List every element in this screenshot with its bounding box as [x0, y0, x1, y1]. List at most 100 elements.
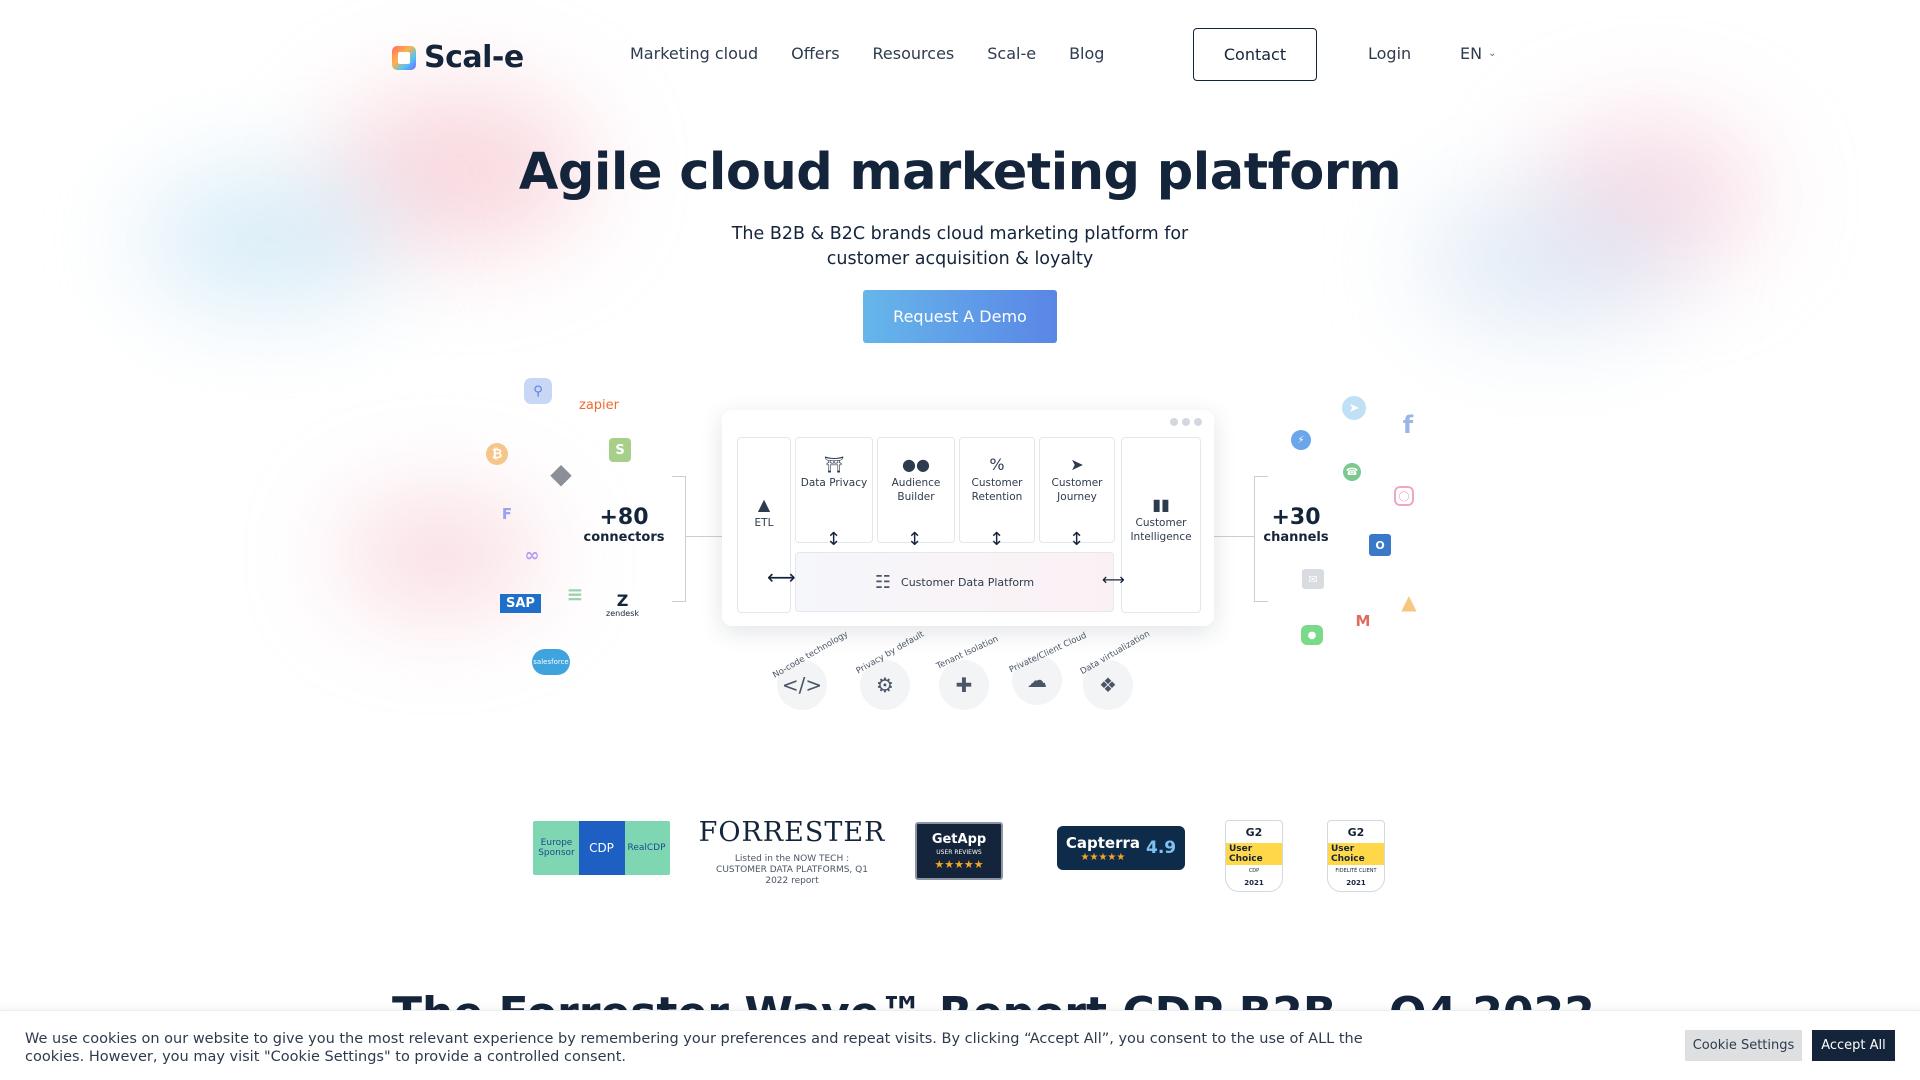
- zendesk-label: zendesk: [606, 609, 639, 618]
- zendesk-logo: Z zendesk: [606, 591, 639, 619]
- zapier-logo: zapier: [579, 398, 619, 413]
- plug-icon: ▲: [757, 495, 771, 514]
- g2-badge-cdp: G2 User Choice CDP 2021: [1225, 820, 1283, 892]
- cdp-badge-center: CDP: [578, 821, 625, 875]
- nav-item-resources[interactable]: Resources: [873, 44, 955, 63]
- contact-button[interactable]: Contact: [1193, 28, 1317, 81]
- module-cdp: ☷ Customer Data Platform: [795, 552, 1114, 612]
- cookie-text: We use cookies on our website to give yo…: [25, 1031, 1363, 1065]
- facebook-icon: f: [1402, 411, 1414, 439]
- arrow-cdp-intelligence: ⟷: [1102, 570, 1125, 589]
- panel-window-dots: [1170, 418, 1202, 426]
- g2-badge-fidelite-category: FIDELITÉ CLIENT: [1335, 867, 1377, 874]
- messenger-icon: ⚡: [1291, 430, 1311, 450]
- g2-logo-icon: G2: [1347, 825, 1365, 839]
- module-etl-label: ETL: [754, 517, 774, 529]
- forrester-badge: FORRESTER Listed in the NOW TECH : CUSTO…: [699, 817, 885, 887]
- arrow-customer-journey: ↕: [1069, 529, 1085, 550]
- connectors-label: connectors: [583, 530, 665, 545]
- users-icon: ●●: [902, 455, 930, 474]
- nav-item-offers[interactable]: Offers: [791, 44, 839, 63]
- language-selector[interactable]: EN ⌄: [1460, 44, 1496, 63]
- nav-item-scale[interactable]: Scal-e: [987, 44, 1036, 63]
- language-label: EN: [1460, 44, 1483, 63]
- accept-all-button[interactable]: Accept All: [1812, 1030, 1895, 1061]
- polygon-icon: ∞: [524, 544, 540, 566]
- telegram-icon: ➤: [1342, 396, 1366, 420]
- module-data-privacy-label: Data Privacy: [800, 477, 868, 489]
- whatsapp-icon: ☎: [1343, 463, 1361, 481]
- connectors-count: +80: [599, 505, 649, 530]
- module-customer-intelligence-label: Customer Intelligence: [1130, 517, 1192, 543]
- module-customer-journey: ➤ Customer Journey: [1039, 437, 1115, 543]
- shopify-icon: S: [609, 438, 631, 462]
- left-connector-line: [686, 536, 722, 537]
- arrow-audience-builder: ↕: [907, 529, 923, 550]
- left-bracket: [672, 476, 686, 602]
- arrow-customer-retention: ↕: [989, 529, 1005, 550]
- nav-item-blog[interactable]: Blog: [1069, 44, 1104, 63]
- module-customer-retention: % Customer Retention: [959, 437, 1035, 543]
- shield-icon: ⛩: [823, 455, 845, 474]
- logo-mark-icon: [392, 45, 416, 70]
- ethereum-icon: ◆: [550, 456, 572, 490]
- chevron-down-icon: ⌄: [1488, 48, 1497, 59]
- sap-logo: SAP: [500, 594, 541, 613]
- hero-subtitle: The B2B & B2C brands cloud marketing pla…: [731, 224, 1189, 269]
- module-customer-retention-label: Customer Retention: [971, 477, 1023, 503]
- sentry-icon: ≡: [566, 582, 584, 606]
- capterra-score: 4.9: [1146, 838, 1177, 858]
- channels-label: channels: [1263, 530, 1329, 545]
- g2-badge-cdp-year: 2021: [1244, 878, 1264, 887]
- imessage-icon: ●: [1301, 625, 1323, 645]
- percent-ticket-icon: %: [989, 455, 1005, 474]
- salesforce-logo: salesforce: [532, 649, 570, 675]
- module-data-privacy: ⛩ Data Privacy: [795, 437, 873, 543]
- channels-count: +30: [1271, 505, 1321, 530]
- g2-badge-cdp-category: CDP: [1248, 867, 1260, 874]
- getapp-stars-icon: ★★★★★: [934, 857, 984, 871]
- g2-badge-fidelite-label: User Choice: [1328, 842, 1384, 865]
- bitcoin-icon: ₿: [486, 443, 508, 465]
- login-link[interactable]: Login: [1368, 44, 1411, 63]
- connectors-stat: +80 connectors: [582, 505, 666, 545]
- outlook-icon: O: [1369, 534, 1391, 556]
- gmail-icon: M: [1355, 612, 1371, 630]
- arrow-etl-cdp: ⟷: [767, 565, 796, 589]
- module-cdp-label: Customer Data Platform: [901, 575, 1035, 589]
- bar-chart-icon: ▮▮: [1152, 495, 1170, 514]
- hero-title: Agile cloud marketing platform: [518, 143, 1402, 202]
- google-bigquery-icon: ⚲: [524, 378, 552, 404]
- arrow-data-privacy: ↕: [826, 529, 842, 550]
- cdp-badge-left: Europe Sponsor: [538, 838, 575, 858]
- getapp-name: GetApp: [931, 831, 987, 847]
- forrester-note: Listed in the NOW TECH : CUSTOMER DATA P…: [716, 854, 868, 886]
- getapp-badge: GetApp USER REVIEWS ★★★★★: [915, 822, 1003, 880]
- nav-item-marketing-cloud[interactable]: Marketing cloud: [630, 44, 758, 63]
- capterra-left: Capterra ★★★★★: [1066, 834, 1140, 863]
- salesforce-label: salesforce: [533, 658, 569, 666]
- capterra-badge: Capterra ★★★★★ 4.9: [1057, 826, 1185, 870]
- module-customer-intelligence: ▮▮ Customer Intelligence: [1121, 437, 1201, 613]
- cdp-institute-badge: Europe Sponsor CDP RealCDP: [533, 821, 670, 875]
- module-customer-journey-label: Customer Journey: [1051, 477, 1103, 503]
- firebase-icon: ▲: [1401, 590, 1417, 614]
- zendesk-mark-icon: Z: [616, 591, 629, 610]
- bg-blob-blue-right: [1420, 190, 1680, 330]
- email-icon: ✉: [1302, 569, 1324, 589]
- getapp-sub: USER REVIEWS: [936, 848, 982, 856]
- channels-stat: +30 channels: [1258, 505, 1334, 545]
- module-audience-builder: ●● Audience Builder: [877, 437, 955, 543]
- brand-logo[interactable]: Scal-e: [392, 40, 524, 75]
- main-nav: Marketing cloud Offers Resources Scal-e …: [630, 44, 1104, 63]
- megaphone-icon: ➤: [1070, 455, 1084, 474]
- cookie-banner: We use cookies on our website to give yo…: [0, 1010, 1920, 1080]
- module-audience-builder-label: Audience Builder: [891, 477, 941, 503]
- capterra-name: Capterra: [1065, 833, 1140, 852]
- database-icon: ☷: [874, 571, 892, 593]
- g2-logo-icon: G2: [1245, 825, 1263, 839]
- request-demo-button[interactable]: Request A Demo: [863, 290, 1057, 343]
- instagram-icon: ◯: [1394, 486, 1414, 506]
- capterra-stars-icon: ★★★★★: [1080, 851, 1126, 863]
- cookie-settings-button[interactable]: Cookie Settings: [1685, 1030, 1802, 1061]
